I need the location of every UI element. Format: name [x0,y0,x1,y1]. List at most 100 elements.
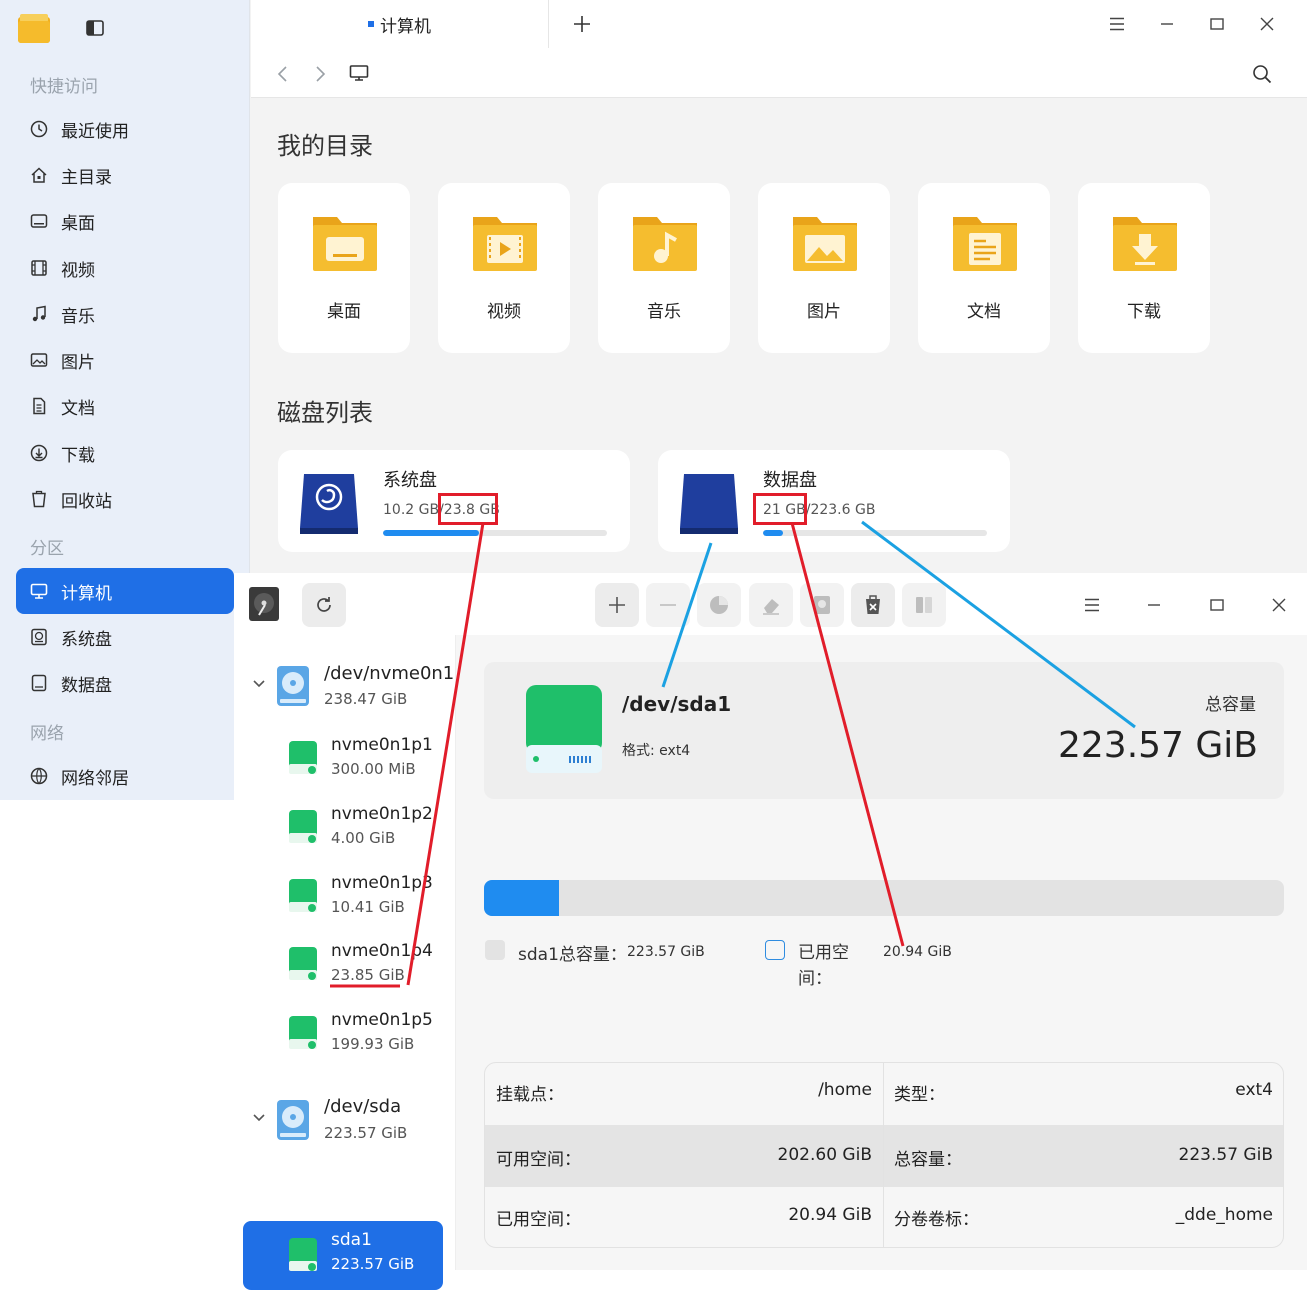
du-close-button[interactable] [1265,591,1293,619]
sidebar-item-recent[interactable]: 最近使用 [16,106,234,152]
partition-label: 分区 [30,539,64,559]
maximize-button[interactable] [1203,10,1231,38]
split-button[interactable] [902,583,946,627]
partition-size: 300.00 MiB [331,760,416,778]
prop-key: 分卷卷标： [894,1210,979,1230]
disk-usage-bar [763,530,987,536]
tab-computer[interactable]: 计算机 [251,0,549,48]
sidebar-item-trash[interactable]: 回收站 [16,476,234,522]
capacity-label: 总容量 [1205,695,1256,715]
remove-partition-button[interactable] [646,583,690,627]
clock-icon [30,120,48,138]
device-list: /dev/nvme0n1 238.47 GiB nvme0n1p1 300.00… [234,635,456,1290]
network-icon [30,767,48,785]
sidebar-item-system-disk[interactable]: 系统盘 [16,614,234,660]
partition-name[interactable]: nvme0n1p4 [331,941,433,961]
dir-label: 桌面 [327,302,361,322]
disk-total: 223.6 GB [810,502,876,518]
image-icon [30,351,48,369]
sidebar: 快捷访问 最近使用 主目录 桌面 视频 音乐 图片 文档 下载 回收站 分区 计… [0,0,250,800]
maximize-icon [1210,18,1224,30]
refresh-icon [317,597,331,612]
du-menu-button[interactable] [1078,591,1106,619]
table-row: 挂载点： /home 类型： ext4 [485,1063,1283,1125]
sidebar-item-music[interactable]: 音乐 [16,291,234,337]
table-row: 可用空间： 202.60 GiB 总容量： 223.57 GiB [485,1125,1283,1187]
close-icon [1260,17,1274,31]
quick-access-label: 快捷访问 [30,77,98,97]
network-label: 网络 [30,724,64,744]
my-dirs-title: 我的目录 [277,132,373,160]
partition-icon [289,947,317,980]
partition-name[interactable]: nvme0n1p5 [331,1010,433,1030]
du-minimize-button[interactable] [1140,591,1168,619]
dir-card-desktop[interactable]: 桌面 [278,183,410,353]
du-maximize-button[interactable] [1203,591,1231,619]
partition-icon [289,1016,317,1049]
chevron-down-icon[interactable] [252,677,266,691]
breadcrumb-computer[interactable] [345,59,373,87]
dir-card-pictures[interactable]: 图片 [758,183,890,353]
partition-name[interactable]: sda1 [331,1230,372,1250]
partition-drive-icon [526,685,602,773]
device-name[interactable]: /dev/nvme0n1 [324,663,454,684]
home-icon [30,166,48,184]
partition-name[interactable]: nvme0n1p1 [331,735,433,755]
dir-card-music[interactable]: 音乐 [598,183,730,353]
chevron-down-icon[interactable] [252,1111,266,1125]
sidebar-item-label: 计算机 [61,583,112,604]
file-manager-logo-icon [18,14,50,43]
menu-button[interactable] [1103,10,1131,38]
sidebar-item-label: 系统盘 [61,629,112,650]
sidebar-toggle-icon[interactable] [86,20,104,36]
partition-format: 格式: ext4 [622,743,691,759]
sidebar-item-network[interactable]: 网络邻居 [16,753,234,799]
drive-icon [30,674,48,692]
prop-key: 总容量： [894,1150,962,1170]
partition-info-card: /dev/sda1 格式: ext4 总容量 223.57 GiB [484,662,1284,799]
search-button[interactable] [1248,60,1276,88]
sidebar-item-downloads[interactable]: 下载 [16,430,234,476]
sidebar-item-label: 文档 [61,398,95,419]
dir-card-documents[interactable]: 文档 [918,183,1050,353]
resize-partition-button[interactable] [697,583,741,627]
partition-name[interactable]: nvme0n1p3 [331,873,433,893]
prop-value: ext4 [1235,1080,1273,1100]
sidebar-item-label: 最近使用 [61,121,129,142]
mount-button[interactable] [800,583,844,627]
minus-icon [660,604,676,606]
sidebar-item-pictures[interactable]: 图片 [16,337,234,383]
forward-button[interactable] [306,60,334,88]
new-tab-button[interactable] [568,10,596,38]
sidebar-item-desktop[interactable]: 桌面 [16,198,234,244]
partition-name[interactable]: nvme0n1p2 [331,804,433,824]
add-partition-button[interactable] [595,583,639,627]
desktop-icon [30,212,48,230]
minimize-button[interactable] [1153,10,1181,38]
trash-icon [30,490,48,508]
partition-usage-bar [484,880,1284,916]
format-button[interactable] [749,583,793,627]
prop-value: _dde_home [1175,1205,1273,1225]
eject-trash-icon [866,595,880,614]
sidebar-item-videos[interactable]: 视频 [16,245,234,291]
sidebar-item-label: 回收站 [61,491,112,512]
partition-size: 23.85 GiB [331,966,405,984]
disk-card-data[interactable]: 数据盘 21 GB/223.6 GB [658,450,1010,552]
unmount-button[interactable] [851,583,895,627]
partition-detail: /dev/sda1 格式: ext4 总容量 223.57 GiB sda1总容… [456,635,1307,1270]
sidebar-item-home[interactable]: 主目录 [16,152,234,198]
disk-usage-fill [383,530,480,536]
sidebar-item-label: 视频 [61,260,95,281]
device-name[interactable]: /dev/sda [324,1096,401,1117]
sidebar-item-computer[interactable]: 计算机 [16,568,234,614]
close-button[interactable] [1253,10,1281,38]
sidebar-item-data-disk[interactable]: 数据盘 [16,660,234,706]
dir-card-videos[interactable]: 视频 [438,183,570,353]
maximize-icon [1210,599,1224,611]
pie-icon [710,596,728,614]
back-button[interactable] [269,60,297,88]
sidebar-item-documents[interactable]: 文档 [16,383,234,429]
refresh-button[interactable] [302,583,346,627]
dir-card-downloads[interactable]: 下载 [1078,183,1210,353]
